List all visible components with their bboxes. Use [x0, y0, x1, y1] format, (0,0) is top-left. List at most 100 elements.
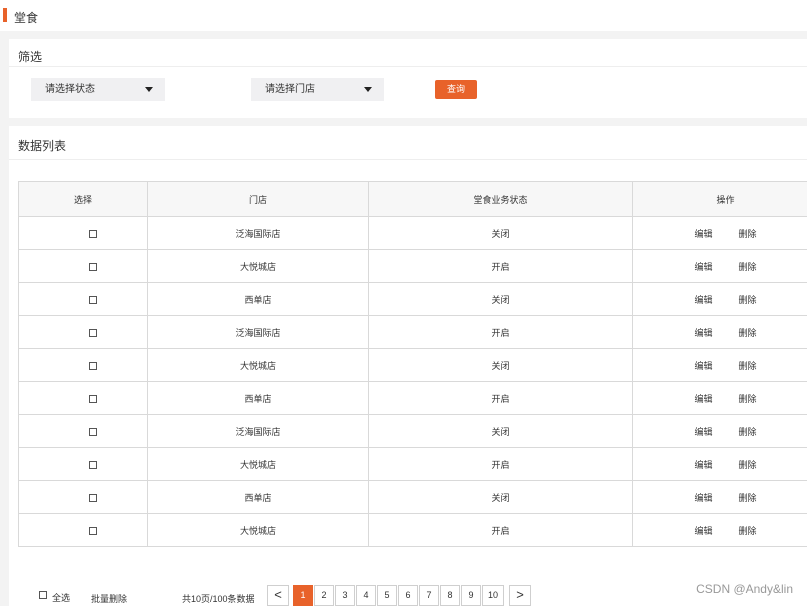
- store-cell: 大悦城店: [147, 447, 369, 481]
- row-select-cell: [18, 513, 148, 547]
- delete-link[interactable]: 删除: [739, 260, 757, 273]
- page-button-10[interactable]: 10: [482, 585, 504, 606]
- table-row: 大悦城店 开启 编辑 删除: [18, 249, 807, 283]
- query-button[interactable]: 查询: [435, 80, 477, 99]
- watermark: CSDN @Andy&lin: [696, 582, 793, 596]
- table-row: 西单店 开启 编辑 删除: [18, 381, 807, 415]
- edit-link[interactable]: 编辑: [694, 293, 712, 306]
- data-table: 选择 门店 堂食业务状态 操作 泛海国际店 关闭 编辑 删除 大悦城店 开启 编辑 删除 西单店…: [18, 181, 807, 547]
- status-cell: 开启: [368, 315, 633, 349]
- page-button-9[interactable]: 9: [461, 585, 481, 606]
- row-checkbox[interactable]: [89, 493, 97, 502]
- status-select-placeholder: 请选择状态: [45, 84, 95, 95]
- status-cell: 关闭: [368, 348, 633, 382]
- row-checkbox[interactable]: [89, 427, 97, 436]
- page-button-5[interactable]: 5: [377, 585, 397, 606]
- actions-cell: 编辑 删除: [632, 216, 807, 250]
- actions-cell: 编辑 删除: [632, 348, 807, 382]
- page-button-3[interactable]: 3: [335, 585, 355, 606]
- row-select-cell: [18, 216, 148, 250]
- store-cell: 泛海国际店: [147, 315, 369, 349]
- delete-link[interactable]: 删除: [739, 293, 757, 306]
- page-button-7[interactable]: 7: [419, 585, 439, 606]
- row-select-cell: [18, 282, 148, 316]
- actions-cell: 编辑 删除: [632, 249, 807, 283]
- row-checkbox[interactable]: [89, 262, 97, 271]
- store-cell: 西单店: [147, 381, 369, 415]
- delete-link[interactable]: 删除: [739, 326, 757, 339]
- actions-cell: 编辑 删除: [632, 414, 807, 448]
- table-row: 大悦城店 开启 编辑 删除: [18, 513, 807, 547]
- filter-panel-title: 筛选: [9, 39, 807, 67]
- table-row: 泛海国际店 开启 编辑 删除: [18, 315, 807, 349]
- status-cell: 开启: [368, 513, 633, 547]
- edit-link[interactable]: 编辑: [694, 326, 712, 339]
- edit-link[interactable]: 编辑: [694, 392, 712, 405]
- edit-link[interactable]: 编辑: [694, 227, 712, 240]
- table-row: 泛海国际店 关闭 编辑 删除: [18, 414, 807, 448]
- table-row: 大悦城店 开启 编辑 删除: [18, 447, 807, 481]
- row-select-cell: [18, 414, 148, 448]
- column-header-status: 堂食业务状态: [368, 181, 633, 217]
- table-row: 泛海国际店 关闭 编辑 删除: [18, 216, 807, 250]
- delete-link[interactable]: 删除: [739, 491, 757, 504]
- store-cell: 西单店: [147, 282, 369, 316]
- edit-link[interactable]: 编辑: [694, 458, 712, 471]
- bulk-delete-button[interactable]: 批量删除: [91, 592, 127, 605]
- delete-link[interactable]: 删除: [739, 458, 757, 471]
- edit-link[interactable]: 编辑: [694, 359, 712, 372]
- row-checkbox[interactable]: [89, 460, 97, 469]
- actions-cell: 编辑 删除: [632, 447, 807, 481]
- page-button-2[interactable]: 2: [314, 585, 334, 606]
- edit-link[interactable]: 编辑: [694, 425, 712, 438]
- store-cell: 泛海国际店: [147, 414, 369, 448]
- status-cell: 关闭: [368, 216, 633, 250]
- store-cell: 泛海国际店: [147, 216, 369, 250]
- actions-cell: 编辑 删除: [632, 315, 807, 349]
- row-checkbox[interactable]: [89, 328, 97, 337]
- next-page-icon[interactable]: >: [509, 585, 531, 606]
- page-title: 堂食: [14, 11, 39, 25]
- select-all-label: 全选: [52, 593, 71, 603]
- page-header: 堂食: [0, 0, 807, 31]
- row-checkbox[interactable]: [89, 229, 97, 238]
- page-button-1[interactable]: 1: [293, 585, 313, 606]
- row-checkbox[interactable]: [89, 295, 97, 304]
- actions-cell: 编辑 删除: [632, 381, 807, 415]
- row-select-cell: [18, 480, 148, 514]
- page-button-4[interactable]: 4: [356, 585, 376, 606]
- status-cell: 开启: [368, 249, 633, 283]
- caret-down-icon: [364, 87, 372, 92]
- actions-cell: 编辑 删除: [632, 513, 807, 547]
- edit-link[interactable]: 编辑: [694, 491, 712, 504]
- store-cell: 西单店: [147, 480, 369, 514]
- select-all-checkbox[interactable]: [39, 591, 47, 599]
- store-select[interactable]: 请选择门店: [251, 78, 384, 101]
- actions-cell: 编辑 删除: [632, 282, 807, 316]
- row-checkbox[interactable]: [89, 361, 97, 370]
- edit-link[interactable]: 编辑: [694, 260, 712, 273]
- filter-panel: 筛选 请选择状态 请选择门店 查询: [9, 39, 807, 118]
- delete-link[interactable]: 删除: [739, 392, 757, 405]
- delete-link[interactable]: 删除: [739, 425, 757, 438]
- actions-cell: 编辑 删除: [632, 480, 807, 514]
- store-cell: 大悦城店: [147, 249, 369, 283]
- status-cell: 开启: [368, 447, 633, 481]
- column-header-select: 选择: [18, 181, 148, 217]
- row-select-cell: [18, 315, 148, 349]
- page-button-8[interactable]: 8: [440, 585, 460, 606]
- store-select-placeholder: 请选择门店: [265, 84, 315, 95]
- row-checkbox[interactable]: [89, 526, 97, 535]
- page-button-6[interactable]: 6: [398, 585, 418, 606]
- delete-link[interactable]: 删除: [739, 359, 757, 372]
- delete-link[interactable]: 删除: [739, 524, 757, 537]
- table-row: 西单店 关闭 编辑 删除: [18, 480, 807, 514]
- store-cell: 大悦城店: [147, 348, 369, 382]
- status-select[interactable]: 请选择状态: [31, 78, 165, 101]
- store-cell: 大悦城店: [147, 513, 369, 547]
- delete-link[interactable]: 删除: [739, 227, 757, 240]
- status-cell: 关闭: [368, 282, 633, 316]
- prev-page-icon[interactable]: <: [267, 585, 289, 606]
- edit-link[interactable]: 编辑: [694, 524, 712, 537]
- row-checkbox[interactable]: [89, 394, 97, 403]
